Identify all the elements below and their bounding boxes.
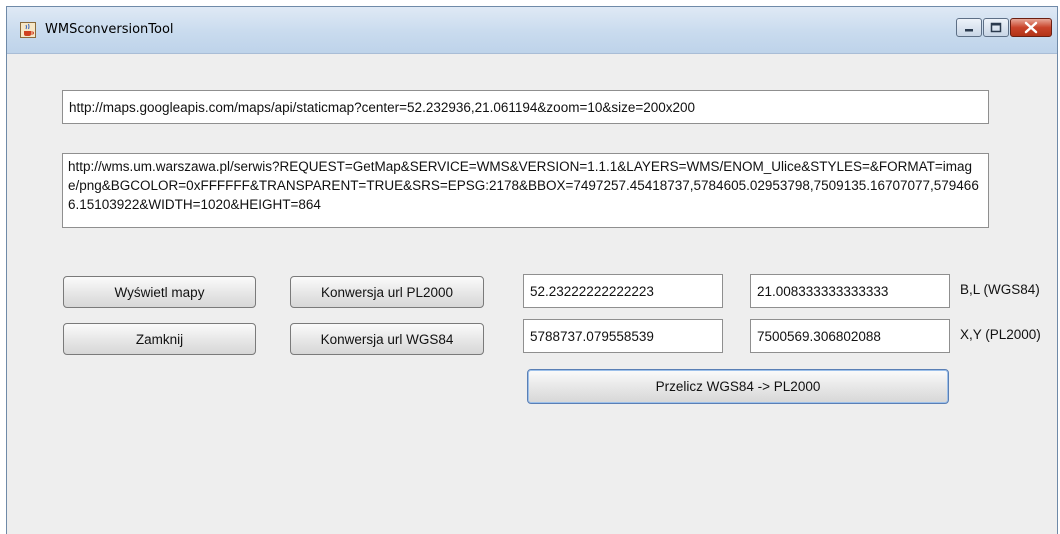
l-longitude-field[interactable]: 21.008333333333333 — [750, 274, 950, 308]
maximize-icon — [990, 22, 1002, 33]
convert-wgs84-label: Konwersja url WGS84 — [320, 331, 454, 347]
google-url-field[interactable]: http://maps.googleapis.com/maps/api/stat… — [62, 90, 989, 124]
window-title: WMSconversionTool — [45, 22, 174, 37]
pl2000-label: X,Y (PL2000) — [960, 327, 1041, 342]
l-longitude-value: 21.008333333333333 — [757, 283, 889, 299]
convert-pl2000-label: Konwersja url PL2000 — [320, 284, 454, 300]
minimize-icon — [965, 29, 973, 32]
maximize-button[interactable] — [983, 18, 1009, 37]
y-coordinate-value: 7500569.306802088 — [757, 328, 881, 344]
close-button[interactable] — [1010, 18, 1052, 37]
window-controls — [955, 18, 1052, 38]
wgs84-label: B,L (WGS84) — [960, 282, 1040, 297]
x-coordinate-value: 5788737.079558539 — [530, 328, 654, 344]
java-cup-icon — [20, 22, 36, 38]
x-coordinate-field[interactable]: 5788737.079558539 — [523, 319, 723, 353]
content-panel: http://maps.googleapis.com/maps/api/stat… — [7, 54, 1057, 534]
recalc-label: Przelicz WGS84 -> PL2000 — [655, 379, 821, 394]
recalc-button[interactable]: Przelicz WGS84 -> PL2000 — [527, 369, 949, 404]
convert-pl2000-button[interactable]: Konwersja url PL2000 — [290, 276, 484, 308]
close-app-button[interactable]: Zamknij — [63, 323, 256, 355]
app-window: WMSconversionTool http://maps.googleapis… — [6, 6, 1058, 534]
show-maps-label: Wyświetl mapy — [114, 284, 205, 300]
b-latitude-value: 52.23222222222223 — [530, 283, 654, 299]
wms-url-text: http://wms.um.warszawa.pl/serwis?REQUEST… — [68, 159, 979, 212]
title-bar[interactable]: WMSconversionTool — [7, 7, 1057, 54]
y-coordinate-field[interactable]: 7500569.306802088 — [750, 319, 950, 353]
show-maps-button[interactable]: Wyświetl mapy — [63, 276, 256, 308]
close-app-label: Zamknij — [135, 331, 184, 347]
minimize-button[interactable] — [956, 18, 982, 37]
google-url-text: http://maps.googleapis.com/maps/api/stat… — [69, 99, 696, 115]
convert-wgs84-button[interactable]: Konwersja url WGS84 — [290, 323, 484, 355]
close-icon — [1024, 21, 1038, 34]
b-latitude-field[interactable]: 52.23222222222223 — [523, 274, 723, 308]
wms-url-field[interactable]: http://wms.um.warszawa.pl/serwis?REQUEST… — [62, 153, 989, 228]
